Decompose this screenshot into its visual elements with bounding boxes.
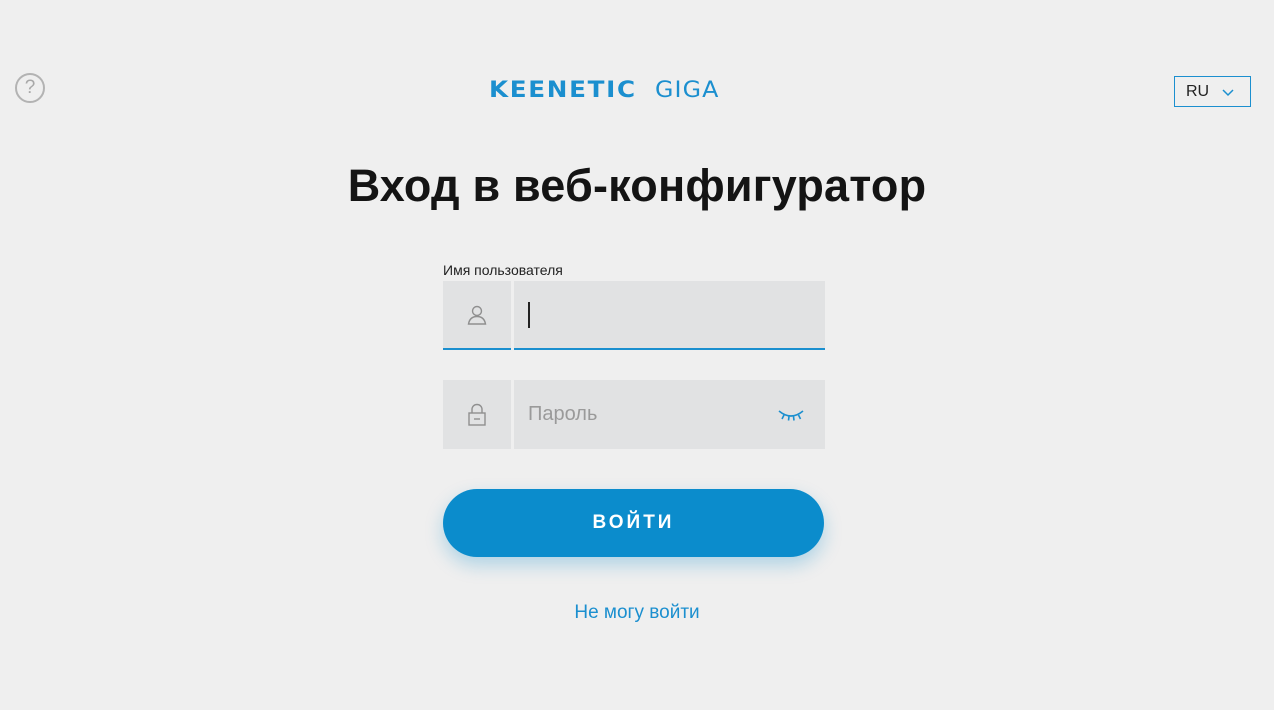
- logo-brand: KEENETIC: [489, 77, 637, 103]
- username-label: Имя пользователя: [443, 262, 563, 278]
- username-input[interactable]: [514, 281, 825, 348]
- password-field: [443, 380, 825, 449]
- language-select[interactable]: RU: [1174, 76, 1251, 107]
- username-field: [443, 281, 825, 350]
- username-icon-cell: [443, 281, 511, 350]
- username-input-cell: [514, 281, 825, 350]
- text-caret: [528, 302, 530, 328]
- lock-icon: [468, 403, 486, 426]
- logo: KEENETIC GIGA: [489, 77, 718, 103]
- forgot-link[interactable]: Не могу войти: [0, 602, 1274, 624]
- login-button[interactable]: ВОЙТИ: [443, 489, 824, 557]
- logo-model: GIGA: [654, 77, 720, 103]
- help-button[interactable]: ?: [15, 73, 45, 103]
- language-value: RU: [1186, 82, 1210, 100]
- page-title: Вход в веб-конфигуратор: [347, 160, 927, 211]
- password-icon-cell: [443, 380, 511, 449]
- password-input-cell: [514, 380, 825, 449]
- eye-closed-icon[interactable]: [777, 406, 805, 422]
- chevron-down-icon: [1222, 88, 1234, 96]
- user-icon: [467, 305, 487, 325]
- question-circle-icon: ?: [24, 77, 36, 98]
- login-page: ? KEENETIC GIGA RU Вход в веб-конфигурат…: [0, 0, 1274, 710]
